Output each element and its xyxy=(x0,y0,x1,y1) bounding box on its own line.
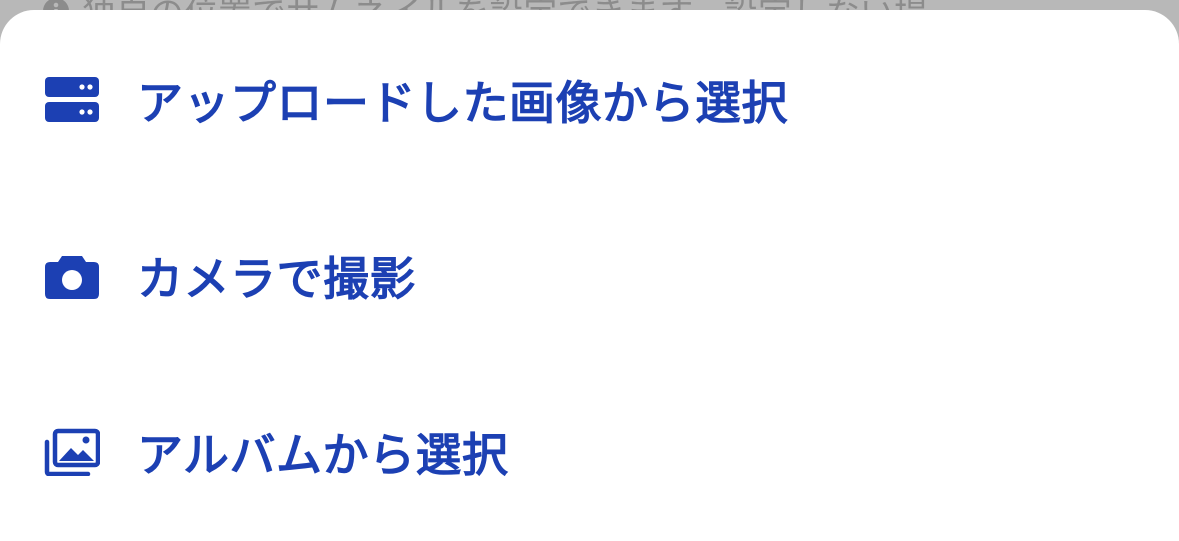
take-photo-option[interactable]: カメラで撮影 xyxy=(0,226,1179,326)
select-uploaded-image-option[interactable]: アップロードした画像から選択 xyxy=(0,50,1179,150)
action-sheet: アップロードした画像から選択 カメラで撮影 アルバムから選択 xyxy=(0,10,1179,541)
select-from-album-option[interactable]: アルバムから選択 xyxy=(0,402,1179,502)
photo-album-icon xyxy=(44,424,100,480)
select-from-album-label: アルバムから選択 xyxy=(137,428,509,482)
select-uploaded-image-label: アップロードした画像から選択 xyxy=(137,76,788,130)
camera-icon xyxy=(44,248,100,304)
take-photo-label: カメラで撮影 xyxy=(137,252,416,306)
server-icon xyxy=(44,72,100,128)
